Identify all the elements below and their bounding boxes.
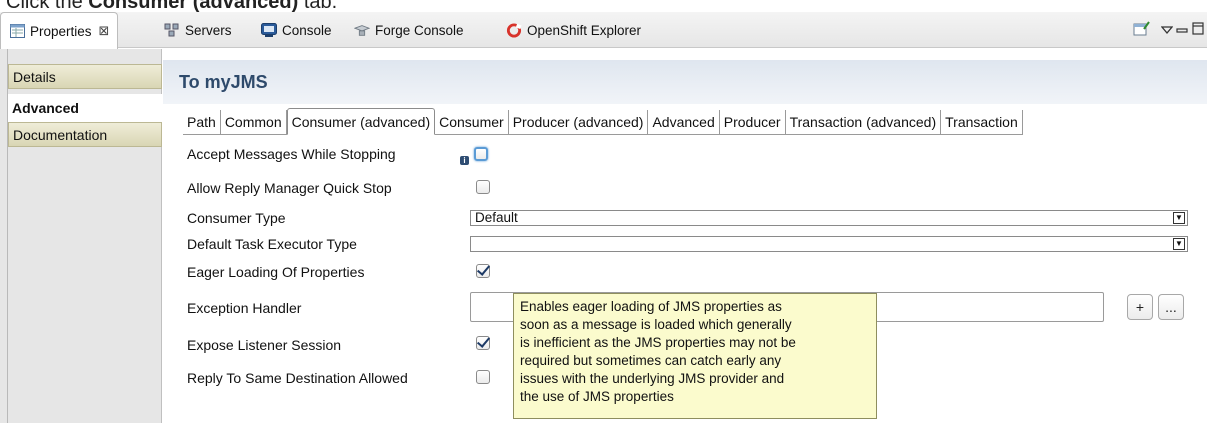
sidebar-item-details[interactable]: Details — [8, 64, 162, 89]
view-tab-properties[interactable]: Properties ⊠ — [0, 12, 119, 49]
maximize-button[interactable] — [1192, 12, 1204, 48]
reply-same-label: Reply To Same Destination Allowed — [187, 370, 408, 386]
tooltip: Enables eager loading of JMS properties … — [513, 293, 877, 419]
view-tab-openshift-explorer[interactable]: OpenShift Explorer — [506, 12, 641, 48]
dropdown-arrow-icon: ▼ — [1173, 238, 1185, 250]
sidebar-item-label: Details — [13, 68, 56, 85]
view-tab-label: Properties — [30, 23, 92, 39]
console-icon — [261, 22, 277, 38]
close-icon[interactable]: ⊠ — [99, 23, 110, 39]
view-tab-console[interactable]: Console — [261, 12, 332, 48]
minimize-button[interactable] — [1176, 12, 1188, 48]
sidebar-item-label: Documentation — [13, 126, 108, 143]
view-tab-label: Console — [282, 22, 332, 38]
minimize-icon — [1176, 23, 1188, 38]
allow-reply-checkbox[interactable] — [476, 180, 490, 194]
forge-console-icon — [354, 22, 370, 38]
page-title: To myJMS — [179, 71, 268, 92]
property-tab-bar: Path Common Consumer (advanced) Consumer… — [183, 108, 1023, 135]
view-tab-label: Forge Console — [375, 22, 464, 38]
default-task-label: Default Task Executor Type — [187, 236, 357, 252]
view-tab-servers[interactable]: Servers — [164, 12, 232, 48]
dropdown-arrow-icon: ▼ — [1173, 212, 1185, 224]
tooltip-line: soon as a message is loaded which genera… — [520, 317, 792, 332]
sidebar-item-advanced[interactable]: Advanced — [8, 94, 162, 122]
view-tab-label: Servers — [185, 22, 232, 38]
section-header: To myJMS — [163, 60, 1207, 104]
view-menu-button[interactable] — [1160, 12, 1174, 48]
tooltip-line: required but sometimes can catch early a… — [520, 353, 782, 368]
tab-consumer[interactable]: Consumer — [435, 110, 509, 134]
sidebar-item-label: Advanced — [12, 100, 79, 116]
tab-transaction-advanced[interactable]: Transaction (advanced) — [786, 110, 942, 134]
sidebar-item-documentation[interactable]: Documentation — [8, 122, 162, 147]
expose-listener-checkbox[interactable] — [476, 336, 490, 350]
expose-listener-label: Expose Listener Session — [187, 337, 342, 353]
exception-handler-label: Exception Handler — [187, 300, 302, 316]
servers-icon — [164, 22, 180, 38]
accept-messages-label: Accept Messages While Stopping — [187, 146, 396, 162]
openshift-icon — [506, 22, 522, 38]
tab-advanced[interactable]: Advanced — [648, 110, 720, 134]
properties-icon — [9, 23, 25, 39]
eager-loading-label: Eager Loading Of Properties — [187, 264, 365, 280]
tab-path[interactable]: Path — [183, 110, 221, 134]
consumer-type-label: Consumer Type — [187, 210, 286, 226]
view-tab-forge-console[interactable]: Forge Console — [354, 12, 464, 48]
tab-transaction[interactable]: Transaction — [941, 110, 1023, 134]
tooltip-line: Enables eager loading of JMS properties … — [520, 299, 782, 314]
maximize-icon — [1192, 22, 1204, 38]
consumer-type-select[interactable]: Default ▼ — [470, 210, 1188, 226]
consumer-type-value: Default — [475, 210, 518, 225]
new-view-icon — [1133, 20, 1151, 40]
new-view-button[interactable] — [1133, 12, 1151, 48]
tab-common[interactable]: Common — [221, 110, 287, 134]
tooltip-line: issues with the underlying JMS provider … — [520, 371, 785, 386]
tooltip-line: the use of JMS properties — [520, 389, 674, 404]
default-task-select[interactable]: ▼ — [470, 236, 1188, 252]
tab-producer-advanced[interactable]: Producer (advanced) — [509, 110, 649, 134]
tooltip-line: is inefficient as the JMS properties may… — [520, 335, 796, 350]
tab-producer[interactable]: Producer — [720, 110, 786, 134]
eager-loading-checkbox[interactable] — [476, 264, 490, 278]
view-tab-label: OpenShift Explorer — [527, 22, 642, 38]
view-tab-bar: Properties ⊠ Servers Console Forge Conso… — [0, 12, 1207, 49]
accept-messages-checkbox[interactable] — [474, 147, 488, 161]
reply-same-checkbox[interactable] — [476, 370, 490, 384]
browse-button[interactable]: ... — [1158, 294, 1184, 320]
tab-consumer-advanced[interactable]: Consumer (advanced) — [286, 108, 436, 135]
allow-reply-label: Allow Reply Manager Quick Stop — [187, 180, 392, 196]
add-button[interactable]: + — [1127, 294, 1153, 320]
view-menu-icon — [1160, 23, 1174, 38]
info-icon: i — [460, 156, 469, 165]
